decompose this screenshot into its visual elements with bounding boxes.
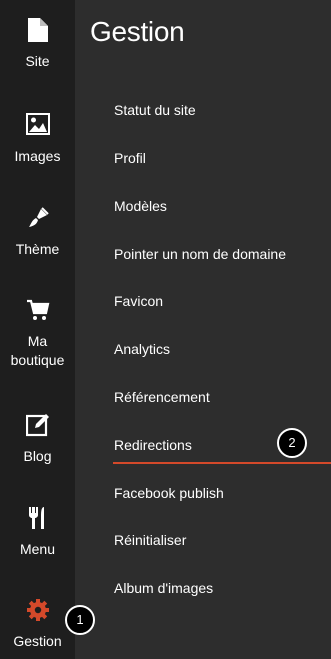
- sidebar-item-label: Blog: [23, 448, 52, 464]
- utensils-icon: [26, 506, 50, 532]
- menu-item-facebook-publish[interactable]: Facebook publish: [114, 484, 224, 502]
- menu-item-analytics[interactable]: Analytics: [114, 340, 170, 358]
- menu-item-album-d-images[interactable]: Album d'images: [114, 579, 213, 597]
- menu-item-statut-du-site[interactable]: Statut du site: [114, 101, 196, 119]
- edit-icon: [25, 413, 50, 439]
- menu-item-referencement[interactable]: Référencement: [114, 388, 210, 406]
- sidebar-item-label: Gestion: [13, 633, 62, 649]
- active-underline: [113, 462, 331, 464]
- sidebar-item-label: Ma boutique: [10, 333, 65, 368]
- sidebar-item-label: Images: [14, 148, 61, 164]
- menu-item-redirections[interactable]: Redirections: [114, 436, 192, 454]
- file-icon: [27, 18, 48, 44]
- sidebar-item-ma-boutique[interactable]: Ma boutique: [0, 298, 75, 370]
- sidebar-item-site[interactable]: Site: [0, 18, 75, 71]
- image-icon: [25, 113, 50, 139]
- gear-icon: [26, 598, 50, 624]
- cart-icon: [26, 298, 50, 324]
- menu-item-profil[interactable]: Profil: [114, 149, 146, 167]
- page-title: Gestion: [90, 16, 185, 47]
- sidebar-item-label: Site: [25, 53, 50, 69]
- management-panel: Gestion Statut du site Profil Modèles Po…: [75, 0, 331, 659]
- sidebar: Site Images Thème Ma boutique Blog Menu: [0, 0, 75, 659]
- sidebar-item-theme[interactable]: Thème: [0, 206, 75, 259]
- brush-icon: [26, 206, 50, 232]
- sidebar-item-gestion[interactable]: Gestion: [0, 598, 75, 651]
- sidebar-item-menu[interactable]: Menu: [0, 506, 75, 559]
- menu-item-reinitialiser[interactable]: Réinitialiser: [114, 531, 186, 549]
- menu-item-pointer-nom-de-domaine[interactable]: Pointer un nom de domaine: [114, 245, 286, 263]
- menu-item-favicon[interactable]: Favicon: [114, 292, 163, 310]
- sidebar-item-blog[interactable]: Blog: [0, 413, 75, 466]
- menu-item-modeles[interactable]: Modèles: [114, 197, 167, 215]
- sidebar-item-images[interactable]: Images: [0, 113, 75, 166]
- sidebar-item-label: Thème: [15, 241, 60, 257]
- callout-badge-1: 1: [65, 605, 95, 635]
- sidebar-item-label: Menu: [19, 541, 56, 557]
- callout-badge-2: 2: [277, 428, 307, 458]
